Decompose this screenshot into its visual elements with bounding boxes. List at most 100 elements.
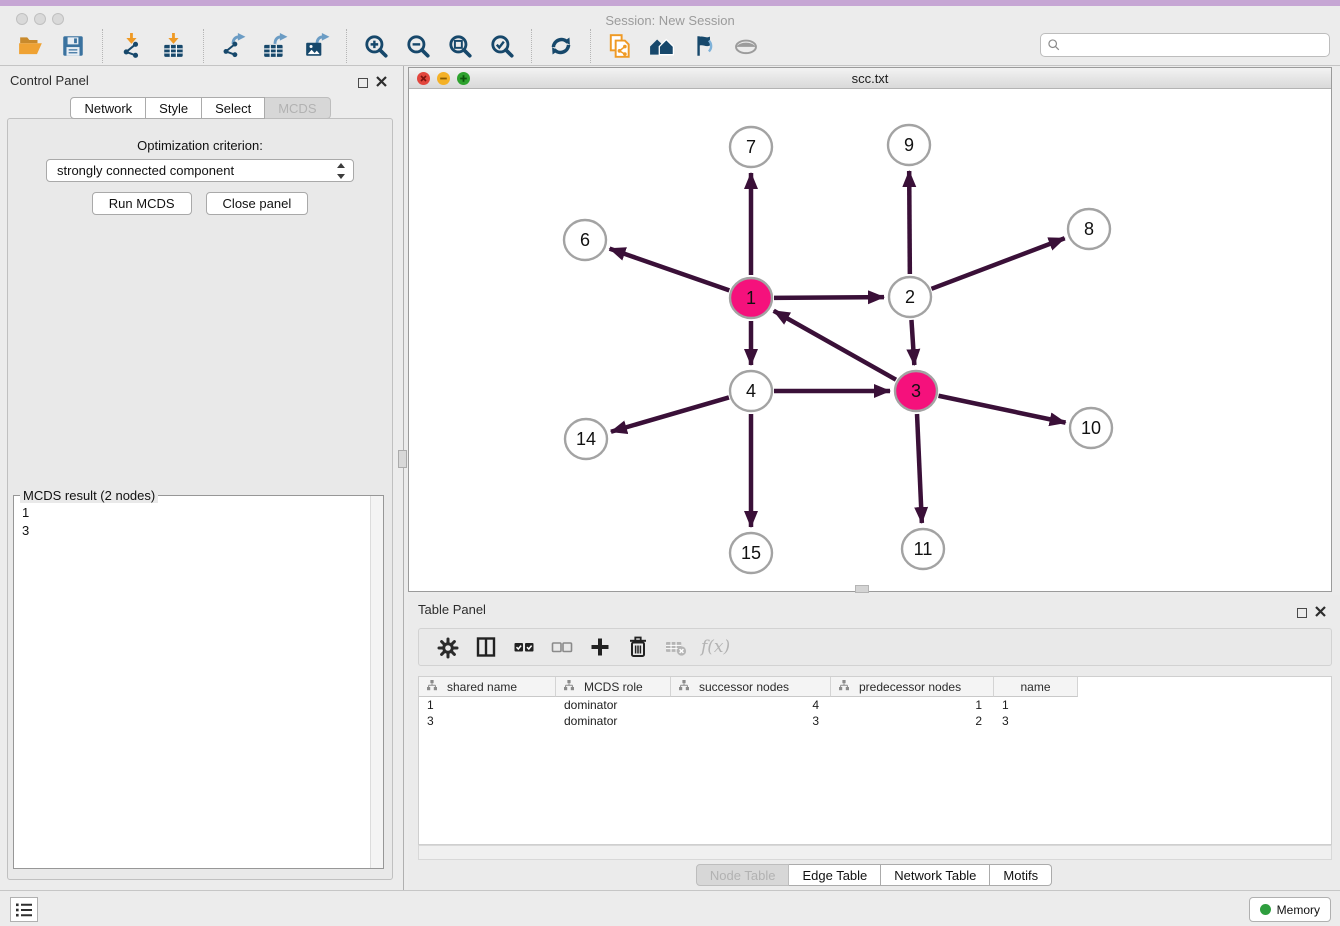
vertical-splitter[interactable] [403,66,404,890]
graph-node-9[interactable]: 9 [888,125,930,165]
memory-status-icon [1260,904,1271,915]
apply-layout-icon[interactable] [546,31,576,61]
close-panel-icon[interactable] [376,74,387,92]
graph-edge-3-10[interactable] [939,396,1066,423]
deselect-checkbox-icon[interactable] [547,633,577,661]
close-panel-button[interactable]: Close panel [206,192,309,215]
graph-node-label: 11 [914,539,933,559]
import-network-icon[interactable] [117,31,147,61]
table-cell[interactable]: 1 [419,697,556,713]
search-input[interactable] [1061,35,1329,55]
zoom-in-icon[interactable] [361,31,391,61]
graph-node-label: 14 [576,429,596,449]
export-table-icon[interactable] [260,31,290,61]
graph-edge-2-8[interactable] [932,238,1065,289]
task-history-button[interactable] [10,897,38,922]
memory-label: Memory [1277,903,1320,917]
graph-edge-1-6[interactable] [610,249,730,291]
table-tab-edge-table[interactable]: Edge Table [789,864,881,886]
table-cell[interactable]: 4 [671,697,831,713]
add-row-icon[interactable] [585,633,615,661]
optimization-label: Optimization criterion: [8,138,392,153]
memory-button[interactable]: Memory [1249,897,1331,922]
clone-network-icon[interactable] [605,31,635,61]
search-box[interactable] [1040,33,1330,57]
table-cell[interactable]: dominator [556,697,671,713]
zoom-selected-icon[interactable] [487,31,517,61]
graph-node-2[interactable]: 2 [889,277,931,317]
graph-node-6[interactable]: 6 [564,220,606,260]
table-row[interactable]: 3dominator323 [419,713,1331,729]
column-label: successor nodes [699,680,789,694]
float-table-panel-icon[interactable] [1297,608,1307,618]
home-icon[interactable] [647,31,677,61]
select-all-checkbox-icon[interactable] [509,633,539,661]
column-header-predecessor-nodes[interactable]: predecessor nodes [831,677,994,697]
graph-node-label: 3 [911,381,921,401]
table-cell[interactable]: 3 [994,713,1078,729]
vertical-splitter-handle[interactable] [398,450,407,468]
table-cell[interactable]: dominator [556,713,671,729]
show-hide-eye-icon[interactable] [731,31,761,61]
horizontal-splitter-handle[interactable] [855,585,869,593]
float-panel-icon[interactable] [358,78,368,88]
graph-node-8[interactable]: 8 [1068,209,1110,249]
save-session-icon[interactable] [58,31,88,61]
table-tab-node-table[interactable]: Node Table [696,864,790,886]
graph-edge-3-1[interactable] [774,311,896,380]
table-cell[interactable]: 2 [831,713,994,729]
tab-select[interactable]: Select [202,97,265,119]
table-row[interactable]: 1dominator411 [419,697,1331,713]
graph-node-3[interactable]: 3 [895,371,937,411]
mcds-result-list[interactable]: 13 [14,500,37,544]
graph-node-10[interactable]: 10 [1070,408,1112,448]
table-cell[interactable]: 3 [671,713,831,729]
export-network-icon[interactable] [218,31,248,61]
tab-mcds[interactable]: MCDS [265,97,330,119]
graph-node-4[interactable]: 4 [730,371,772,411]
criterion-dropdown[interactable]: strongly connected component [46,159,354,182]
graph-node-1[interactable]: 1 [730,278,772,318]
settings-gear-icon[interactable] [433,633,463,661]
table-horizontal-scrollbar[interactable] [418,845,1332,860]
table-tab-motifs[interactable]: Motifs [990,864,1052,886]
tab-style[interactable]: Style [146,97,202,119]
export-image-icon[interactable] [302,31,332,61]
graph-edge-3-11[interactable] [917,414,922,523]
table-cell[interactable]: 3 [419,713,556,729]
tab-network[interactable]: Network [70,97,146,119]
graph-edge-4-14[interactable] [611,397,729,431]
graph-node-14[interactable]: 14 [565,419,607,459]
table-panel: Table Panel f(x) shared nameMCDS rolesuc… [408,595,1340,890]
delete-row-icon[interactable] [623,633,653,661]
graph-edge-2-3[interactable] [911,320,914,365]
column-header-name[interactable]: name [994,677,1078,697]
table-cell[interactable]: 1 [831,697,994,713]
delete-table-icon[interactable] [661,633,691,661]
table-cell[interactable]: 1 [994,697,1078,713]
column-header-successor-nodes[interactable]: successor nodes [671,677,831,697]
import-table-icon[interactable] [159,31,189,61]
split-panel-icon[interactable] [471,633,501,661]
result-scrollbar[interactable] [370,496,383,868]
open-session-icon[interactable] [16,31,46,61]
network-graph-canvas[interactable]: 7 9 6 8 1 2 4 3 14 10 15 11 [409,89,1331,591]
column-sort-icon [564,680,574,694]
node-table: shared nameMCDS role successor nodes prede… [418,676,1332,845]
graph-edge-1-2[interactable] [774,297,884,298]
control-panel-tabs: NetworkStyleSelectMCDS [0,97,401,119]
column-header-shared-name[interactable]: shared name [419,677,556,697]
table-tab-network-table[interactable]: Network Table [881,864,990,886]
network-window-titlebar[interactable]: scc.txt [409,68,1331,89]
run-mcds-button[interactable]: Run MCDS [92,192,192,215]
close-table-panel-icon[interactable] [1315,604,1326,622]
graph-edge-2-9[interactable] [909,171,910,274]
toggle-flagged-icon[interactable] [689,31,719,61]
graph-node-11[interactable]: 11 [902,529,944,569]
graph-node-15[interactable]: 15 [730,533,772,573]
zoom-fit-icon[interactable] [445,31,475,61]
graph-node-7[interactable]: 7 [730,127,772,167]
column-header-MCDS-role[interactable]: MCDS role [556,677,671,697]
zoom-out-icon[interactable] [403,31,433,61]
graph-node-label: 9 [904,135,914,155]
